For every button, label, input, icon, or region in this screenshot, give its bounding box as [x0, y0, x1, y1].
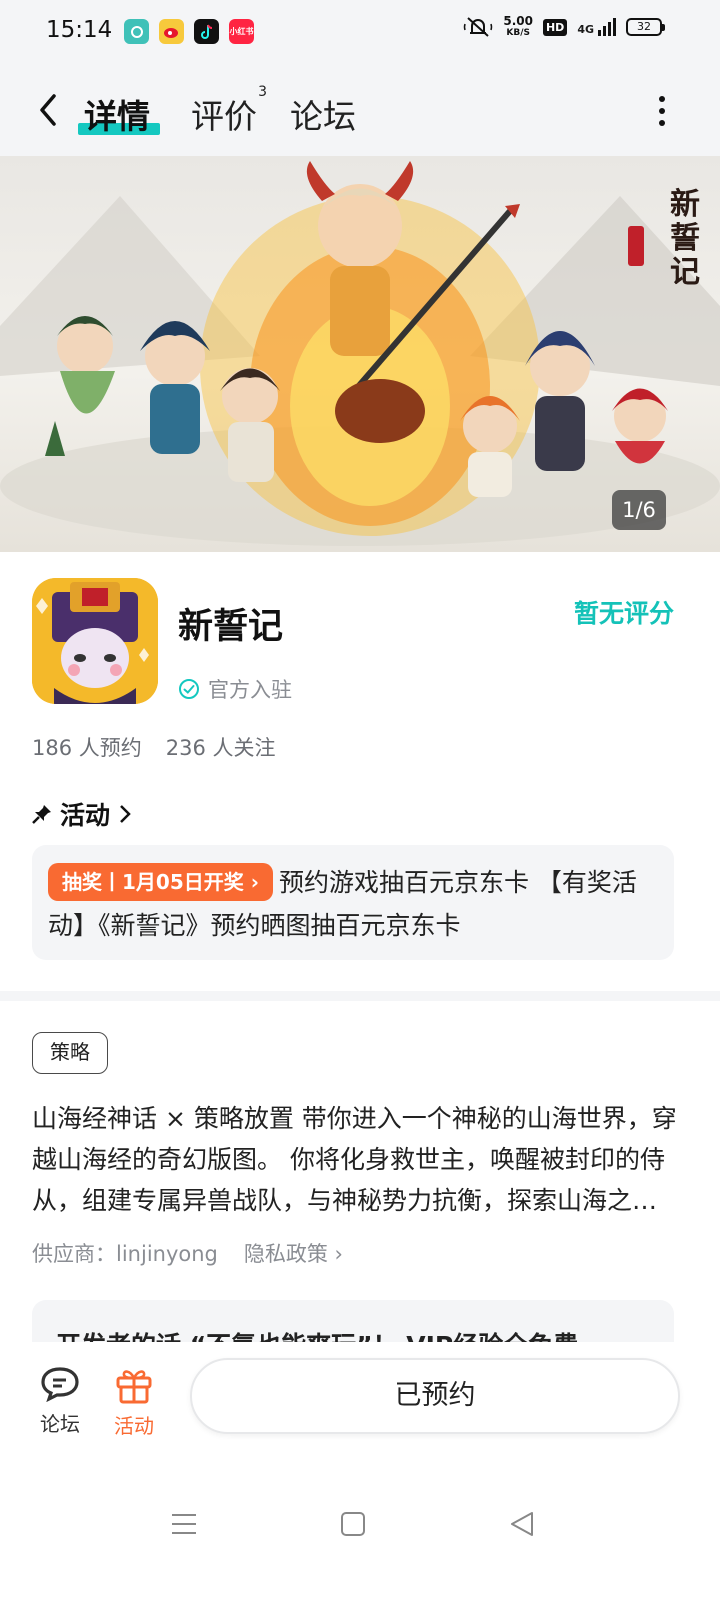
- activity-section-link[interactable]: 活动: [32, 796, 132, 832]
- screenshot-carousel[interactable]: 新 誓 记 1/6: [0, 156, 720, 552]
- activity-button[interactable]: 活动: [104, 1366, 164, 1439]
- bottom-action-bar: 论坛 活动 已预约: [0, 1342, 720, 1464]
- game-title: 新誓记: [178, 607, 284, 647]
- verified-check-icon: [179, 679, 199, 699]
- supplier-label: 供应商：linjinyong: [32, 1242, 218, 1266]
- review-count-badge: 3: [258, 84, 267, 100]
- genre-tag[interactable]: 策略: [32, 1032, 108, 1074]
- gift-icon: [116, 1370, 152, 1404]
- activity-card[interactable]: 抽奖丨1月05日开奖 › 预约游戏抽百元京东卡 【有奖活动】《新誓记》预约晒图抽百…: [32, 845, 674, 960]
- weibo-icon: [159, 19, 184, 44]
- tab-forum[interactable]: 论坛: [290, 90, 356, 138]
- forum-button-label: 论坛: [40, 1412, 80, 1436]
- game-icon: [32, 578, 158, 704]
- activity-heading-label: 活动: [60, 801, 111, 830]
- forum-button[interactable]: 论坛: [30, 1366, 90, 1437]
- tiktok-icon: [194, 19, 219, 44]
- official-badge: 官方入驻: [178, 674, 292, 704]
- game-meta: 供应商：linjinyong 隐私政策 ›: [32, 1238, 343, 1268]
- back-triangle-icon[interactable]: [508, 1510, 536, 1538]
- developer-note-text: 开发者的话 “不氪也能爽玩”！ VIP经验全免费: [56, 1326, 578, 1342]
- activity-button-label: 活动: [114, 1414, 154, 1438]
- banner-logo-char-3: 记: [670, 255, 700, 290]
- status-bar: 15:14 小红书 5.00 KB/S HD 4G 32: [0, 0, 720, 64]
- home-square-icon[interactable]: [340, 1510, 366, 1538]
- signal-icon: 4G: [577, 18, 616, 36]
- image-counter: 1/6: [612, 490, 666, 530]
- rating-status: 暂无评分: [573, 599, 674, 628]
- top-navigation: 详情 评价 3 论坛: [0, 64, 720, 156]
- game-description[interactable]: 山海经神话 × 策略放置 带你进入一个神秘的山海世界，穿越山海经的奇幻版图。 你…: [32, 1098, 677, 1221]
- mute-bell-icon: [464, 17, 493, 37]
- app-icon: [124, 19, 149, 44]
- developer-note-card[interactable]: 开发者的话 “不氪也能爽玩”！ VIP经验全免费: [32, 1300, 674, 1342]
- banner-logo-char-2: 誓: [670, 221, 700, 256]
- chevron-right-icon: [120, 805, 131, 823]
- pin-icon: [32, 805, 51, 824]
- official-label: 官方入驻: [208, 678, 292, 702]
- status-time: 15:14: [46, 17, 113, 43]
- more-options-icon[interactable]: [650, 94, 674, 128]
- system-navigation-bar: [0, 1464, 720, 1600]
- menu-icon[interactable]: [170, 1510, 198, 1538]
- game-stats: 186 人预约 236 人关注: [32, 732, 276, 762]
- privacy-policy-link[interactable]: 隐私政策 ›: [244, 1238, 343, 1268]
- notification-icons: 小红书: [124, 19, 254, 44]
- reservation-count: 186 人预约: [32, 736, 142, 760]
- tab-detail[interactable]: 详情: [84, 90, 150, 138]
- back-arrow-icon[interactable]: [34, 90, 64, 130]
- tab-review[interactable]: 评价 3: [191, 84, 267, 138]
- banner-logo-char-1: 新: [670, 187, 700, 222]
- follower-count: 236 人关注: [165, 736, 276, 760]
- reserved-button[interactable]: 已预约: [190, 1358, 680, 1434]
- status-indicators: 5.00 KB/S HD 4G 32: [463, 14, 665, 39]
- section-divider: [0, 991, 720, 1001]
- battery-icon: 32: [626, 18, 665, 36]
- hd-badge: HD: [542, 18, 568, 36]
- forum-chat-icon: [41, 1367, 79, 1403]
- lottery-tag: 抽奖丨1月05日开奖 ›: [48, 863, 273, 901]
- network-speed: 5.00 KB/S: [503, 14, 533, 38]
- xiaohongshu-icon: 小红书: [229, 19, 254, 44]
- banner-artwork: 新 誓 记: [0, 161, 720, 546]
